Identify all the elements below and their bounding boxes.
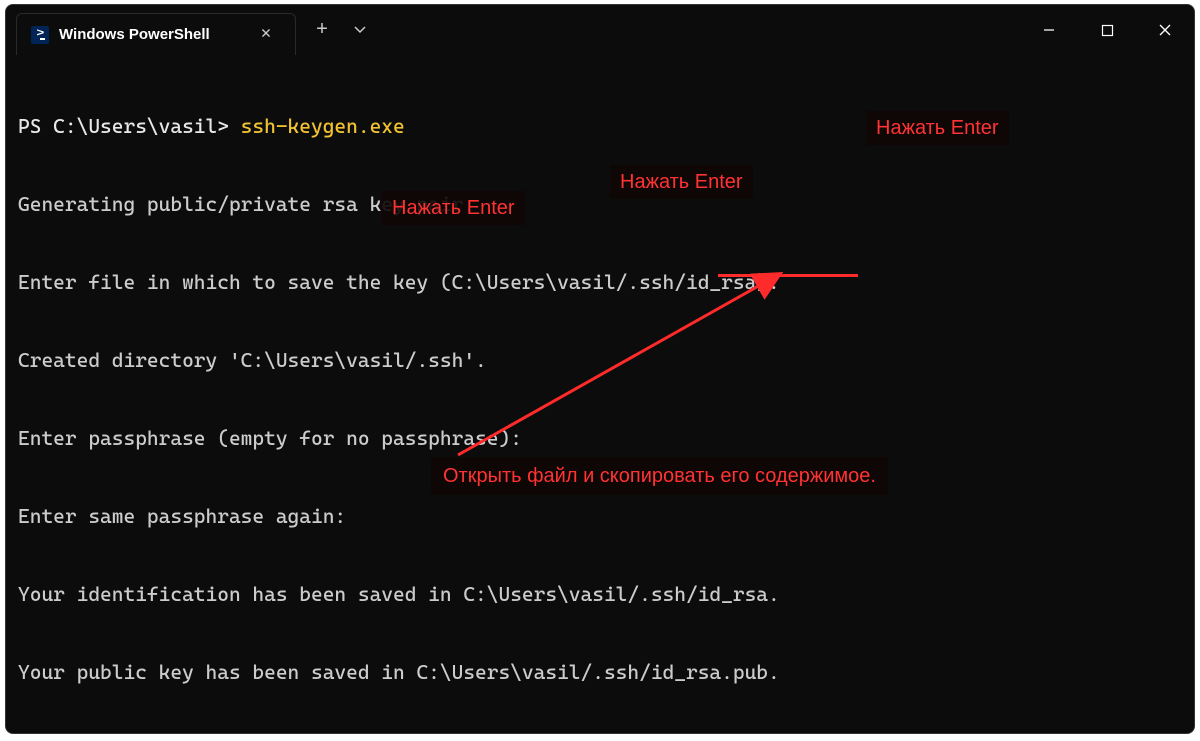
powershell-icon	[31, 26, 49, 44]
command-text: ssh-keygen.exe	[241, 114, 405, 138]
output-line: Enter passphrase (empty for no passphras…	[18, 425, 1182, 451]
new-tab-button[interactable]: +	[302, 19, 342, 42]
window-controls	[1020, 5, 1194, 55]
annotation-enter-3: Нажать Enter	[382, 191, 525, 225]
chevron-down-icon	[354, 26, 366, 34]
close-icon	[1158, 23, 1172, 37]
output-line: Created directory 'C:\Users\vasil/.ssh'.	[18, 347, 1182, 373]
active-tab[interactable]: Windows PowerShell ✕	[16, 13, 296, 55]
minimize-icon	[1042, 23, 1056, 37]
annotation-enter-1: Нажать Enter	[866, 111, 1009, 145]
maximize-button[interactable]	[1078, 5, 1136, 55]
tab-close-button[interactable]: ✕	[255, 24, 277, 46]
underline-annotation	[718, 274, 858, 277]
output-line: Your public key has been saved in C:\Use…	[18, 659, 1182, 685]
titlebar: Windows PowerShell ✕ +	[6, 5, 1194, 55]
tab-title: Windows PowerShell	[59, 26, 245, 43]
annotation-copy-file: Открыть файл и скопировать его содержимо…	[431, 457, 888, 495]
annotation-enter-2: Нажать Enter	[610, 165, 753, 199]
output-line: Enter file in which to save the key (C:\…	[18, 269, 1182, 295]
output-line: Generating public/private rsa key pair.	[18, 191, 1182, 217]
maximize-icon	[1101, 24, 1114, 37]
terminal-output[interactable]: PS C:\Users\vasil> ssh-keygen.exe Genera…	[6, 55, 1194, 733]
tab-dropdown-button[interactable]	[342, 26, 378, 34]
minimize-button[interactable]	[1020, 5, 1078, 55]
close-button[interactable]	[1136, 5, 1194, 55]
output-line: Your identification has been saved in C:…	[18, 581, 1182, 607]
prompt-path: PS C:\Users\vasil>	[18, 114, 241, 138]
output-line: Enter same passphrase again:	[18, 503, 1182, 529]
terminal-window: Windows PowerShell ✕ + PS C:\Users\vasil…	[5, 4, 1195, 734]
